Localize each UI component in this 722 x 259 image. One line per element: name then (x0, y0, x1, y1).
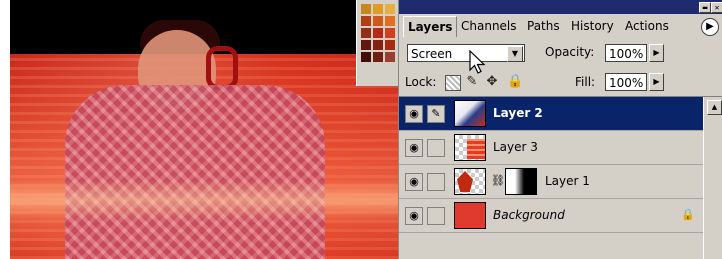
color-swatch[interactable] (373, 16, 383, 26)
color-swatch[interactable] (385, 28, 395, 38)
palette-menu-arrow-icon[interactable]: ▶ (701, 18, 719, 36)
swatches-panel (356, 0, 399, 86)
layer-row[interactable]: ◉ ⛓ Layer 1 (399, 165, 703, 199)
lock-transparency-icon[interactable] (445, 75, 461, 91)
color-swatch[interactable] (385, 16, 395, 26)
tab-paths[interactable]: Paths (523, 18, 564, 34)
opacity-label: Opacity: (545, 45, 595, 59)
layer-thumbnail (454, 202, 486, 229)
mask-link-chain-icon[interactable]: ⛓ (491, 174, 505, 187)
fill-slider-arrow-icon[interactable]: ▶ (649, 73, 664, 91)
thumbnail-stripes (467, 139, 485, 159)
link-toggle[interactable] (427, 139, 445, 157)
tab-actions-label: Actions (625, 19, 669, 33)
link-toggle[interactable] (427, 173, 445, 191)
layer-name: Layer 2 (493, 106, 543, 120)
minimize-icon[interactable]: ▬ (699, 2, 711, 13)
layer-name: Layer 3 (493, 140, 538, 154)
scroll-up-arrow-icon[interactable]: ▲ (707, 100, 722, 115)
color-swatch[interactable] (373, 40, 383, 50)
layer-thumbnail (454, 168, 486, 195)
tab-paths-label: Paths (527, 19, 560, 33)
opacity-slider-arrow-icon[interactable]: ▶ (649, 44, 664, 62)
layer-name: Background (493, 208, 565, 222)
palette-title-bar[interactable]: ▬ ✕ (399, 0, 722, 14)
eye-icon[interactable]: ◉ (405, 105, 423, 123)
photo-headphone (206, 46, 238, 90)
photo-shirt (65, 85, 325, 259)
blend-row: Screen ▼ Opacity: 100% ▶ (399, 38, 722, 68)
leaf-icon (457, 171, 473, 192)
tab-layers-label: Layers (408, 20, 453, 34)
chevron-down-icon[interactable]: ▼ (507, 46, 523, 62)
layer-row[interactable]: ◉ Background 🔒 (399, 199, 703, 233)
mouse-cursor-icon (469, 50, 486, 74)
lock-row: Lock: ✎ ✥ 🔒 Fill: 100% ▶ (399, 68, 722, 97)
palette-tabs: Layers Channels Paths History Actions (399, 16, 722, 37)
layer-name: Layer 1 (545, 174, 590, 188)
tab-layers[interactable]: Layers (403, 16, 458, 37)
lock-icon: 🔒 (681, 208, 695, 221)
color-swatch[interactable] (361, 52, 371, 62)
eye-icon[interactable]: ◉ (405, 207, 423, 225)
blend-mode-value: Screen (411, 47, 453, 61)
tab-history-label: History (571, 19, 614, 33)
color-swatch[interactable] (361, 16, 371, 26)
lock-all-icon[interactable]: 🔒 (507, 75, 523, 89)
fill-label: Fill: (575, 75, 596, 89)
photo-light-streak (10, 180, 398, 220)
color-swatch[interactable] (373, 28, 383, 38)
document-canvas[interactable] (10, 0, 398, 259)
close-icon[interactable]: ✕ (711, 2, 722, 13)
layers-scrollbar[interactable]: ▲ (703, 97, 722, 259)
layer-thumbnail (454, 134, 486, 161)
tab-actions[interactable]: Actions (621, 18, 673, 34)
fill-input[interactable]: 100% (605, 73, 647, 91)
color-swatch[interactable] (373, 4, 383, 14)
color-swatch[interactable] (373, 52, 383, 62)
tab-channels-label: Channels (461, 19, 517, 33)
brush-icon[interactable]: ✎ (427, 105, 445, 123)
opacity-input[interactable]: 100% (605, 44, 647, 62)
lock-position-move-icon[interactable]: ✥ (485, 75, 499, 89)
color-swatch[interactable] (385, 4, 395, 14)
layer-mask-thumbnail[interactable] (505, 168, 537, 195)
eye-icon[interactable]: ◉ (405, 173, 423, 191)
color-swatch[interactable] (361, 40, 371, 50)
layer-thumbnail (454, 100, 486, 127)
tab-channels[interactable]: Channels (457, 18, 521, 34)
color-swatch[interactable] (385, 52, 395, 62)
lock-label: Lock: (405, 75, 437, 89)
layer-row[interactable]: ◉ ✎ Layer 2 (399, 97, 703, 131)
color-swatch[interactable] (385, 40, 395, 50)
link-toggle[interactable] (427, 207, 445, 225)
lock-pixels-brush-icon[interactable]: ✎ (465, 75, 479, 89)
layers-palette: ▬ ✕ Layers Channels Paths History Action… (398, 0, 722, 259)
layer-row[interactable]: ◉ Layer 3 (399, 131, 703, 165)
blend-mode-select[interactable]: Screen ▼ (407, 44, 525, 62)
layers-list: ◉ ✎ Layer 2 ◉ Layer 3 ◉ ⛓ Layer 1 ◉ Back… (399, 97, 703, 259)
tab-history[interactable]: History (567, 18, 618, 34)
color-swatch[interactable] (361, 28, 371, 38)
color-swatch[interactable] (361, 4, 371, 14)
eye-icon[interactable]: ◉ (405, 139, 423, 157)
